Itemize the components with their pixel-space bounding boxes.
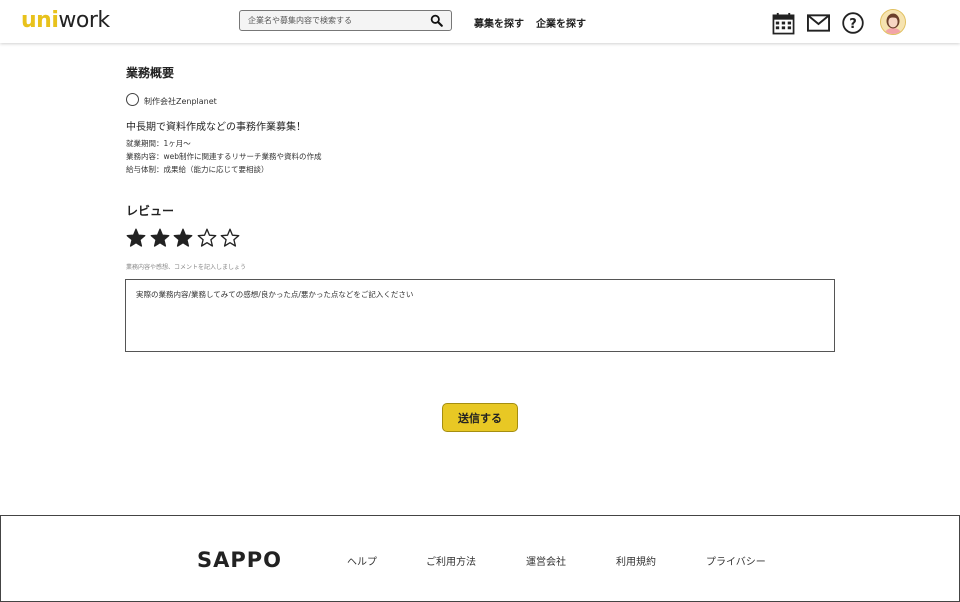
footer-link-help[interactable]: ヘルプ — [347, 553, 377, 568]
star-filled-icon[interactable] — [173, 228, 193, 248]
nav-find-jobs[interactable]: 募集を探す — [474, 15, 524, 30]
footer-link-usage[interactable]: ご利用方法 — [426, 553, 476, 568]
search-icon[interactable] — [430, 14, 443, 27]
footer-link-terms[interactable]: 利用規約 — [616, 553, 656, 568]
svg-text:?: ? — [849, 17, 857, 32]
job-detail-salary: 給与体制：成果給（能力に応じて要相談） — [126, 165, 269, 174]
job-title: 中長期で資料作成などの事務作業募集！ — [126, 122, 306, 133]
review-hint: 業務内容や感想、コメントを記入しましょう — [126, 264, 247, 271]
overview-heading: 業務概要 — [126, 66, 175, 80]
avatar[interactable] — [880, 9, 906, 35]
star-filled-icon[interactable] — [150, 228, 170, 248]
company-name: 制作会社Zenplanet — [144, 97, 217, 106]
uniwork-logo[interactable]: uniwork — [21, 8, 110, 33]
mail-icon[interactable] — [807, 14, 830, 32]
avatar-image — [881, 10, 905, 34]
company-radio[interactable] — [126, 93, 139, 106]
review-textarea[interactable] — [136, 289, 821, 344]
footer-logo[interactable]: SAPPO — [197, 548, 282, 572]
job-detail-content: 業務内容：web制作に関連するリサーチ業務や資料の作成 — [126, 152, 322, 161]
review-box — [125, 279, 835, 352]
job-detail-period: 就業期間：1ヶ月〜 — [126, 139, 191, 148]
logo-part-uni: uni — [21, 8, 59, 33]
footer-link-privacy[interactable]: プライバシー — [706, 553, 766, 568]
search-box — [239, 10, 452, 31]
review-heading: レビュー — [126, 204, 175, 218]
star-empty-icon[interactable] — [220, 228, 240, 248]
logo-part-work: work — [58, 8, 110, 33]
star-empty-icon[interactable] — [197, 228, 217, 248]
calendar-icon[interactable] — [772, 12, 795, 35]
star-filled-icon[interactable] — [126, 228, 146, 248]
search-input[interactable] — [248, 13, 428, 28]
nav-find-companies[interactable]: 企業を探す — [536, 15, 586, 30]
footer: SAPPO ヘルプ ご利用方法 運営会社 利用規約 プライバシー — [0, 515, 960, 602]
submit-button[interactable]: 送信する — [442, 403, 518, 432]
help-icon[interactable]: ? — [842, 12, 864, 34]
header: uniwork 募集を探す 企業を探す ? — [0, 0, 960, 43]
footer-link-company[interactable]: 運営会社 — [526, 553, 566, 568]
